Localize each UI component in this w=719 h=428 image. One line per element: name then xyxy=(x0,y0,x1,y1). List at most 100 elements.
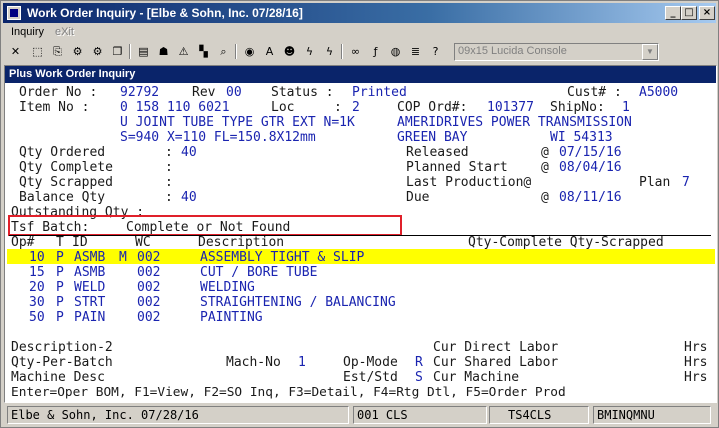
row-description: ASSEMBLY TIGHT & SLIP xyxy=(200,250,365,265)
qty-complete-colon: : xyxy=(165,160,173,175)
qty-complete-label: Qty Complete xyxy=(19,160,113,175)
mach-no-value: 1 xyxy=(298,355,306,370)
close-x-icon[interactable]: ✕ xyxy=(7,43,24,60)
direct-hrs-label: Hrs xyxy=(684,340,708,355)
globe-icon[interactable]: ◉ xyxy=(241,43,258,60)
released-label: Released xyxy=(406,145,469,160)
planned-start-at: @ xyxy=(541,160,549,175)
row-type: P xyxy=(56,295,64,310)
row-op: 15 xyxy=(29,265,45,280)
row-wc: 002 xyxy=(137,280,161,295)
released-value: 07/15/16 xyxy=(559,145,622,160)
col-header-wc: WC xyxy=(135,235,151,250)
row-type: P xyxy=(56,250,64,265)
row-id: WELD xyxy=(74,280,106,295)
planned-start-value: 08/04/16 xyxy=(559,160,622,175)
rev-value: 00 xyxy=(226,85,242,100)
col-header-t: T xyxy=(56,235,64,250)
alert-icon[interactable]: ⚠ xyxy=(175,43,192,60)
item-description-1: U JOINT TUBE TYPE GTR EXT N=1K xyxy=(120,115,355,130)
customer-state-zip: WI 54313 xyxy=(550,130,613,145)
status-terminal: TS4CLS xyxy=(489,406,589,424)
loc-colon: : xyxy=(334,100,342,115)
qty-scrapped-colon: : xyxy=(165,175,173,190)
row-wc: 002 xyxy=(137,310,161,325)
menu-bar: Inquiry eXit xyxy=(3,24,716,42)
machine-hrs-label: Hrs xyxy=(684,370,708,385)
app-icon[interactable] xyxy=(7,6,21,20)
order-no-label: Order No : xyxy=(19,85,98,100)
last-production-label: Last Production@ xyxy=(406,175,532,190)
item-no-label: Item No : xyxy=(19,100,90,115)
menu-exit[interactable]: eXit xyxy=(55,26,74,38)
title-bar[interactable]: Work Order Inquiry - [Elbe & Sohn, Inc. … xyxy=(3,3,716,23)
window-icon[interactable]: ❐ xyxy=(109,43,126,60)
row-type: P xyxy=(56,265,64,280)
plan-value: 7 xyxy=(682,175,690,190)
copy-icon[interactable]: ⎘ xyxy=(49,43,66,60)
status-cls: 001 CLS xyxy=(353,406,487,424)
row-id: ASMB xyxy=(74,250,106,265)
row-id: PAIN xyxy=(74,310,106,325)
chevron-down-icon[interactable]: ▼ xyxy=(642,44,658,60)
user-icon[interactable]: ☻ xyxy=(281,43,298,60)
record-icon[interactable]: ◍ xyxy=(387,43,404,60)
row-op: 50 xyxy=(29,310,45,325)
window-title: Work Order Inquiry - [Elbe & Sohn, Inc. … xyxy=(27,6,303,20)
status-value: Printed xyxy=(352,85,407,100)
search-icon[interactable]: ⌕ xyxy=(215,43,232,60)
font-icon[interactable]: A xyxy=(261,43,278,60)
description2-label: Description-2 xyxy=(11,340,113,355)
cop-label: COP Ord#: xyxy=(397,100,468,115)
list-icon[interactable]: ≣ xyxy=(407,43,424,60)
cust-value: A5000 xyxy=(639,85,679,100)
highlight-box xyxy=(8,215,402,236)
loc-value: 2 xyxy=(352,100,360,115)
chart-icon[interactable]: ▚ xyxy=(195,43,212,60)
row-description: WELDING xyxy=(200,280,255,295)
qty-per-batch-label: Qty-Per-Batch xyxy=(11,355,113,370)
row-description: STRAIGHTENING / BALANCING xyxy=(200,295,396,310)
close-button[interactable]: × xyxy=(699,6,715,20)
tools-icon[interactable]: ⚙ xyxy=(69,43,86,60)
link-icon[interactable]: ∞ xyxy=(347,43,364,60)
row-type: P xyxy=(56,280,64,295)
rev-label: Rev xyxy=(192,85,216,100)
col-header-op: Op# xyxy=(11,235,35,250)
row-wc: 002 xyxy=(137,265,161,280)
status-program: BMINQMNU xyxy=(593,406,711,424)
plan-label: Plan xyxy=(639,175,671,190)
minimize-button[interactable]: _ xyxy=(665,6,681,20)
function-icon[interactable]: ƒ xyxy=(367,43,384,60)
maximize-button[interactable]: □ xyxy=(681,6,697,20)
status-label: Status : xyxy=(271,85,334,100)
released-at: @ xyxy=(541,145,549,160)
settings-icon[interactable]: ⚙ xyxy=(89,43,106,60)
col-header-qty: Qty-Complete Qty-Scrapped xyxy=(468,235,664,250)
cur-shared-labor-label: Cur Shared Labor xyxy=(433,355,559,370)
shipno-value: 1 xyxy=(622,100,630,115)
panel-header: Plus Work Order Inquiry xyxy=(5,66,716,83)
due-at: @ xyxy=(541,190,549,205)
item-description-2: S=940 X=110 FL=150.8X12mm xyxy=(120,130,316,145)
flash-icon[interactable]: ϟ xyxy=(321,43,338,60)
menu-inquiry[interactable]: Inquiry xyxy=(11,26,44,38)
status-bar: Elbe & Sohn, Inc. 07/28/16 001 CLS TS4CL… xyxy=(3,404,716,426)
customer-city: GREEN BAY xyxy=(397,130,468,145)
shared-hrs-label: Hrs xyxy=(684,355,708,370)
font-select-value: 09x15 Lucida Console xyxy=(458,45,567,57)
loc-label: Loc xyxy=(271,100,295,115)
lightning-icon[interactable]: ϟ xyxy=(301,43,318,60)
font-select[interactable]: 09x15 Lucida Console ▼ xyxy=(454,43,659,61)
cur-direct-labor-label: Cur Direct Labor xyxy=(433,340,559,355)
select-icon[interactable]: ⬚ xyxy=(29,43,46,60)
help-icon[interactable]: ? xyxy=(427,43,444,60)
row-op: 20 xyxy=(29,280,45,295)
notes-icon[interactable]: ▤ xyxy=(135,43,152,60)
planned-start-label: Planned Start xyxy=(406,160,508,175)
function-key-help: Enter=Oper BOM, F1=View, F2=SO Inq, F3=D… xyxy=(11,385,566,400)
status-company: Elbe & Sohn, Inc. 07/28/16 xyxy=(7,406,349,424)
row-op: 30 xyxy=(29,295,45,310)
qty-ordered-label: Qty Ordered xyxy=(19,145,106,160)
contacts-icon[interactable]: ☗ xyxy=(155,43,172,60)
